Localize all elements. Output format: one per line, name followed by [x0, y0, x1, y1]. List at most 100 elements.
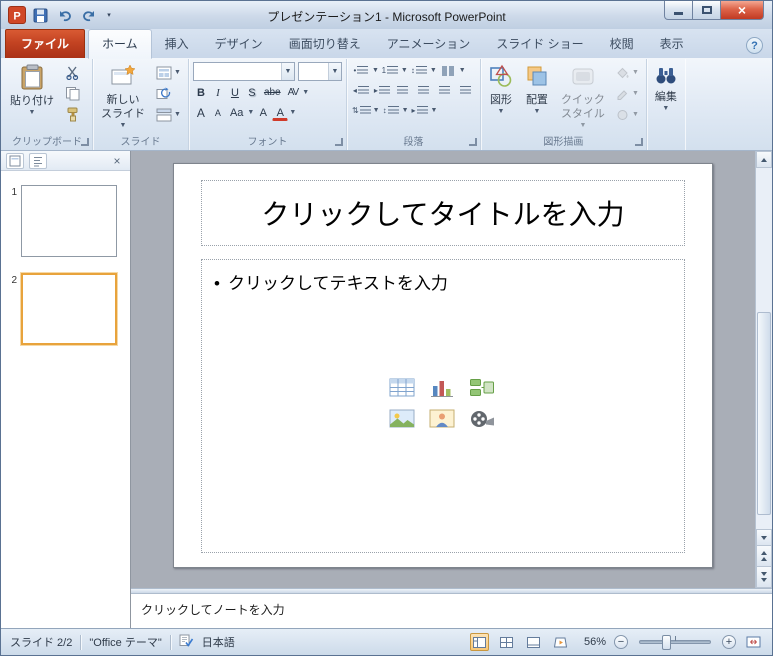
align-center-button[interactable] — [414, 82, 434, 99]
shrink-font-button[interactable]: A — [210, 104, 226, 121]
numbering-dropdown-icon[interactable]: ▼ — [401, 67, 408, 74]
maximize-button[interactable] — [693, 1, 720, 20]
tab-file[interactable]: ファイル — [5, 29, 86, 58]
editing-button[interactable]: 編集 ▼ — [649, 60, 683, 115]
normal-view-button[interactable] — [470, 633, 489, 651]
decrease-indent-button[interactable]: ◂ — [351, 82, 371, 99]
new-slide-dropdown-icon[interactable]: ▼ — [120, 122, 127, 129]
line-spacing-dropdown-icon[interactable]: ▼ — [430, 67, 437, 74]
slides-tab[interactable] — [6, 152, 24, 169]
powerpoint-app-icon[interactable]: P — [7, 5, 27, 25]
copy-button[interactable] — [62, 85, 84, 102]
shapes-dropdown-icon[interactable]: ▼ — [497, 108, 504, 115]
text-direction-button[interactable]: ⇅ — [351, 102, 372, 119]
tab-animations[interactable]: アニメーション — [374, 30, 484, 58]
character-spacing-dropdown-icon[interactable]: ▼ — [302, 89, 309, 96]
change-case-button[interactable]: Aa — [227, 104, 246, 121]
title-placeholder[interactable]: クリックしてタイトルを入力 — [201, 180, 685, 246]
notes-pane[interactable]: クリックしてノートを入力 — [131, 594, 772, 628]
undo-icon[interactable] — [55, 5, 75, 25]
insert-table-icon[interactable] — [388, 377, 416, 400]
columns-dropdown-icon[interactable]: ▼ — [459, 67, 466, 74]
previous-slide-button[interactable] — [756, 546, 772, 567]
paste-dropdown-icon[interactable]: ▼ — [29, 109, 36, 116]
scroll-down-button[interactable] — [756, 529, 772, 546]
slide-2-thumbnail[interactable] — [21, 273, 117, 345]
save-button[interactable] — [31, 5, 51, 25]
editing-dropdown-icon[interactable]: ▼ — [662, 105, 669, 112]
scroll-up-button[interactable] — [756, 151, 772, 168]
shape-outline-button[interactable]: ▼ — [613, 85, 642, 102]
shape-fill-button[interactable]: ▼ — [613, 64, 642, 81]
arrange-dropdown-icon[interactable]: ▼ — [533, 108, 540, 115]
shape-fill-dropdown-icon[interactable]: ▼ — [632, 69, 639, 76]
cut-button[interactable] — [62, 64, 84, 81]
shape-effects-button[interactable]: ▼ — [613, 106, 642, 123]
font-size-combo[interactable]: ▼ — [297, 62, 342, 81]
quick-styles-button[interactable]: クイック スタイル ▼ — [555, 60, 611, 132]
numbering-button[interactable]: 1 — [380, 62, 400, 79]
clear-formatting-button[interactable]: A — [255, 104, 271, 121]
text-shadow-button[interactable]: S — [244, 84, 260, 101]
scrollbar-thumb[interactable] — [757, 312, 771, 515]
font-dialog-launcher[interactable] — [334, 138, 343, 146]
zoom-out-button[interactable]: − — [614, 635, 628, 649]
insert-smartart-icon[interactable] — [468, 377, 496, 400]
slide-canvas[interactable]: クリックしてタイトルを入力 • クリックしてテキストを入力 — [173, 163, 713, 568]
outline-tab[interactable] — [29, 152, 47, 169]
align-right-button[interactable] — [435, 82, 455, 99]
tab-review[interactable]: 校閲 — [597, 30, 647, 58]
minimize-button[interactable] — [664, 1, 693, 20]
spell-check-status-icon[interactable] — [179, 634, 194, 650]
shape-outline-dropdown-icon[interactable]: ▼ — [632, 90, 639, 97]
drawing-dialog-launcher[interactable] — [634, 138, 643, 146]
close-pane-icon[interactable]: × — [109, 153, 125, 169]
tab-design[interactable]: デザイン — [202, 30, 276, 58]
qat-customize-dropdown-icon[interactable]: ▾ — [103, 5, 115, 25]
insert-picture-icon[interactable] — [388, 408, 416, 431]
character-spacing-button[interactable]: AV — [285, 84, 302, 101]
justify-button[interactable] — [456, 82, 476, 99]
tab-transitions[interactable]: 画面切り替え — [276, 30, 374, 58]
bullets-button[interactable]: • — [351, 62, 371, 79]
language-status[interactable]: 日本語 — [202, 634, 235, 650]
tab-insert[interactable]: 挿入 — [152, 30, 202, 58]
tab-view[interactable]: 表示 — [647, 30, 697, 58]
bold-button[interactable]: B — [193, 84, 209, 101]
tab-slideshow[interactable]: スライド ショー — [483, 30, 596, 58]
next-slide-button[interactable] — [756, 567, 772, 588]
zoom-level[interactable]: 56% — [578, 636, 606, 648]
new-slide-button[interactable]: 新しい スライド ▼ — [95, 60, 151, 132]
slideshow-button[interactable] — [551, 633, 570, 651]
format-painter-button[interactable] — [62, 106, 84, 123]
font-name-dropdown-icon[interactable]: ▼ — [280, 63, 294, 80]
zoom-slider[interactable] — [639, 635, 711, 650]
strikethrough-button[interactable]: abe — [261, 84, 284, 101]
font-color-button[interactable]: A — [272, 107, 289, 121]
font-color-dropdown-icon[interactable]: ▼ — [289, 109, 296, 116]
line-spacing-button[interactable]: ↕ — [409, 62, 429, 79]
convert-to-smartart-dropdown-icon[interactable]: ▼ — [431, 107, 438, 114]
help-button[interactable]: ? — [746, 37, 763, 54]
scrollbar-track[interactable] — [756, 168, 772, 529]
close-button[interactable]: × — [720, 1, 764, 20]
slide-sorter-button[interactable] — [497, 633, 516, 651]
italic-button[interactable]: I — [210, 84, 226, 101]
reading-view-button[interactable] — [524, 633, 543, 651]
font-name-combo[interactable]: ▼ — [192, 62, 295, 81]
columns-button[interactable] — [438, 62, 458, 79]
grow-font-button[interactable]: A — [193, 104, 209, 121]
align-left-button[interactable] — [393, 82, 413, 99]
layout-dropdown-icon[interactable]: ▼ — [174, 69, 181, 76]
layout-button[interactable]: ▼ — [153, 64, 184, 81]
shapes-button[interactable]: 図形 ▼ — [483, 60, 519, 118]
align-text-button[interactable]: ↕ — [381, 102, 401, 119]
change-case-dropdown-icon[interactable]: ▼ — [247, 109, 254, 116]
slide-1-thumbnail[interactable] — [21, 185, 117, 257]
thumbnail-slide-1[interactable]: 1 — [1, 185, 130, 273]
insert-media-icon[interactable] — [468, 408, 496, 431]
convert-to-smartart-button[interactable]: ▸ — [410, 102, 430, 119]
bullets-dropdown-icon[interactable]: ▼ — [372, 67, 379, 74]
underline-button[interactable]: U — [227, 84, 243, 101]
clipboard-dialog-launcher[interactable] — [81, 138, 89, 146]
